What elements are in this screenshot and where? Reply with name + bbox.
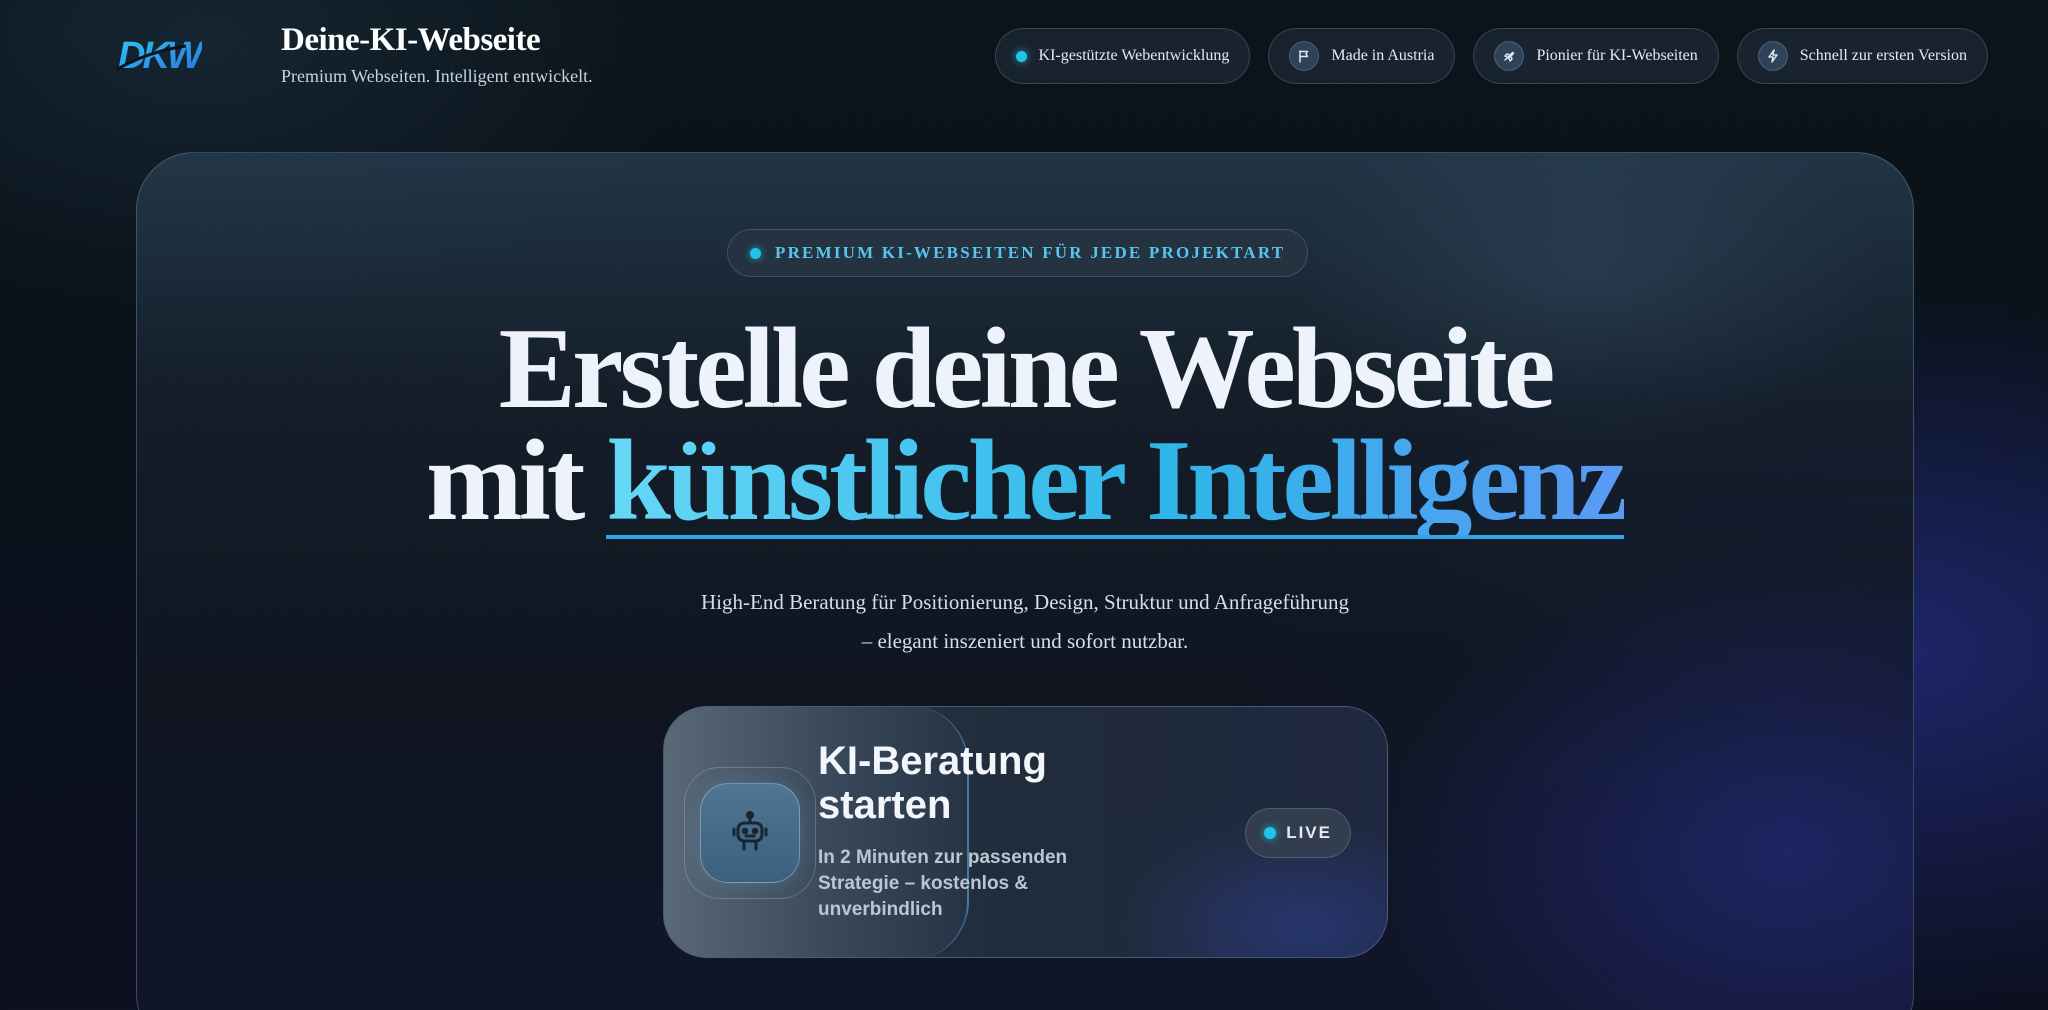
- brand-subtitle: Premium Webseiten. Intelligent entwickel…: [281, 66, 593, 86]
- pill-label: Pionier für KI-Webseiten: [1536, 47, 1698, 64]
- lightning-icon: [1757, 41, 1788, 71]
- headline-line-1: Erstelle deine Webseite: [498, 305, 1556, 433]
- headline-line-2: mit künstlicher Intelligenz: [137, 417, 1913, 545]
- svg-text:DKW: DKW: [118, 35, 202, 76]
- subline-line-1: High-End Beratung für Positionierung, De…: [701, 590, 1349, 614]
- headline-accent: künstlicher Intelligenz: [606, 417, 1628, 545]
- cta-title: KI-Beratung starten: [818, 739, 1047, 827]
- start-consultation-button[interactable]: KI-Beratung starten In 2 Minuten zur pas…: [663, 706, 1388, 958]
- hero-badge-label: PREMIUM KI-WEBSEITEN FÜR JEDE PROJEKTART: [775, 243, 1286, 262]
- feature-pills: KI-gestützte Webentwicklung Made in Aust…: [994, 28, 1988, 84]
- status-dot-icon: [750, 247, 761, 259]
- pill-label: KI-gestützte Webentwicklung: [1038, 47, 1230, 64]
- live-badge: LIVE: [1245, 808, 1351, 858]
- flag-icon: [1289, 41, 1320, 71]
- headline-prefix: mit: [425, 417, 607, 545]
- brand-title: Deine-KI-Webseite: [281, 22, 541, 58]
- subline-line-2: – elegant inszeniert und sofort nutzbar.: [861, 629, 1189, 653]
- pill-label: Made in Austria: [1331, 47, 1435, 64]
- status-dot-icon: [1015, 50, 1027, 62]
- pill-schnell[interactable]: Schnell zur ersten Version: [1736, 28, 1988, 84]
- hero-card: PREMIUM KI-WEBSEITEN FÜR JEDE PROJEKTART…: [136, 152, 1914, 1010]
- pill-made-in-austria[interactable]: Made in Austria: [1268, 28, 1456, 84]
- robot-icon: [700, 783, 800, 883]
- logo[interactable]: DKW: [116, 32, 202, 76]
- pill-label: Schnell zur ersten Version: [1799, 47, 1967, 64]
- cta-description: In 2 Minuten zur passenden Strategie – k…: [818, 847, 1068, 920]
- hero-subline: High-End Beratung für Positionierung, De…: [137, 583, 1913, 661]
- rocket-icon: [1494, 41, 1525, 71]
- live-dot-icon: [1264, 827, 1277, 839]
- hero-headline: Erstelle deine Webseite mit künstlicher …: [137, 305, 1913, 545]
- hero-badge: PREMIUM KI-WEBSEITEN FÜR JEDE PROJEKTART: [727, 229, 1309, 277]
- pill-ki-webentwicklung[interactable]: KI-gestützte Webentwicklung: [994, 28, 1251, 84]
- pill-pionier[interactable]: Pionier für KI-Webseiten: [1473, 28, 1719, 84]
- live-label: LIVE: [1286, 823, 1332, 842]
